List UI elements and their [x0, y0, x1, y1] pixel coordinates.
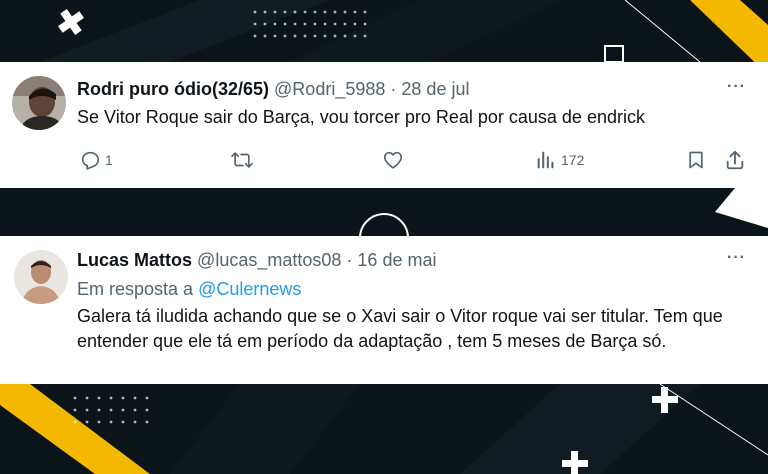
- bookmark-icon: [689, 151, 703, 169]
- separator-dot: ·: [390, 79, 397, 99]
- tweet-date[interactable]: 16 de mai: [357, 250, 436, 270]
- user-handle[interactable]: @Rodri_5988: [274, 79, 385, 99]
- avatar[interactable]: [14, 250, 68, 304]
- reply-button[interactable]: 1: [79, 148, 113, 172]
- avatar[interactable]: [12, 76, 66, 130]
- share-button[interactable]: [724, 148, 746, 172]
- tweet-date[interactable]: 28 de jul: [401, 79, 469, 99]
- reply-icon: [81, 151, 100, 171]
- like-button[interactable]: [382, 148, 404, 172]
- display-name[interactable]: Rodri puro ódio(32/65): [77, 79, 269, 99]
- bookmark-button[interactable]: [686, 148, 706, 172]
- share-icon: [726, 150, 744, 170]
- reply-prefix: Em resposta a: [77, 279, 194, 299]
- more-options-icon[interactable]: ···: [727, 78, 746, 96]
- user-handle[interactable]: @lucas_mattos08: [197, 250, 341, 270]
- retweet-button[interactable]: [230, 148, 254, 172]
- tweet-text: Se Vitor Roque sair do Barça, vou torcer…: [77, 107, 645, 127]
- tweet-text: Galera tá iludida achando que se o Xavi …: [77, 306, 723, 351]
- retweet-icon: [231, 152, 253, 168]
- separator-dot: ·: [346, 250, 353, 270]
- heart-icon: [383, 151, 403, 169]
- views-count: 172: [561, 152, 585, 168]
- analytics-icon: [537, 151, 554, 169]
- more-options-icon[interactable]: ···: [727, 249, 746, 267]
- reply-context: Em resposta a @Culernews: [77, 278, 301, 300]
- reply-mention-link[interactable]: @Culernews: [198, 279, 301, 299]
- views-button[interactable]: 172: [535, 148, 584, 172]
- tweet-card[interactable]: Rodri puro ódio(32/65) @Rodri_5988 · 28 …: [0, 62, 768, 188]
- display-name[interactable]: Lucas Mattos: [77, 250, 192, 270]
- reply-count: 1: [105, 152, 113, 168]
- tweet-card[interactable]: Lucas Mattos @lucas_mattos08 · 16 de mai…: [0, 238, 768, 384]
